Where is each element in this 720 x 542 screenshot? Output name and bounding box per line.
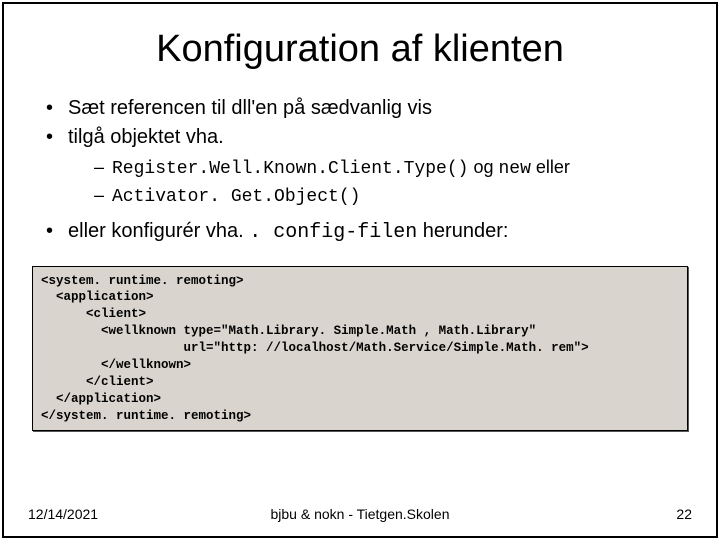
code-inline: Activator. Get.Object() — [112, 187, 360, 207]
code-line: </application> — [41, 392, 161, 406]
text: og — [468, 157, 498, 177]
bullet-item: tilgå objektet vha. Register.Well.Known.… — [46, 124, 692, 210]
code-line: </wellknown> — [41, 358, 191, 372]
code-line: <application> — [41, 290, 154, 304]
text: herunder: — [417, 220, 508, 242]
code-block: <system. runtime. remoting> <application… — [32, 266, 688, 432]
code-line: <system. runtime. remoting> — [41, 274, 244, 288]
footer-center: bjbu & nokn - Tietgen.Skolen — [28, 506, 692, 522]
text: eller konfigurér vha. — [68, 220, 249, 242]
code-attr: url — [184, 341, 207, 355]
sub-list: Register.Well.Known.Client.Type() og new… — [94, 155, 692, 210]
bullet-item: eller konfigurér vha. . config-filen her… — [46, 218, 692, 246]
code-inline: Register.Well.Known.Client.Type() — [112, 159, 468, 179]
sub-item: Activator. Get.Object() — [94, 183, 692, 209]
code-line — [41, 341, 184, 355]
bullet-item: Sæt referencen til dll'en på sædvanlig v… — [46, 95, 692, 122]
code-line: </client> — [41, 375, 154, 389]
code-attr: type — [184, 324, 214, 338]
code-inline: new — [499, 159, 531, 179]
code-line: <client> — [41, 307, 146, 321]
code-line: <wellknown — [41, 324, 184, 338]
footer: 12/14/2021 bjbu & nokn - Tietgen.Skolen … — [28, 506, 692, 522]
slide: Konfiguration af klienten Sæt referencen… — [2, 2, 718, 538]
code-line: ="Math.Library. Simple.Math , Math.Libra… — [214, 324, 537, 338]
slide-title: Konfiguration af klienten — [28, 28, 692, 71]
text: eller — [531, 157, 570, 177]
bullet-list: Sæt referencen til dll'en på sædvanlig v… — [46, 95, 692, 246]
bullet-text: tilgå objektet vha. — [68, 126, 224, 148]
code-line: </system. runtime. remoting> — [41, 409, 251, 423]
sub-item: Register.Well.Known.Client.Type() og new… — [94, 155, 692, 181]
code-line: ="http: //localhost/Math.Service/Simple.… — [206, 341, 589, 355]
code-inline: . config-filen — [249, 221, 417, 244]
